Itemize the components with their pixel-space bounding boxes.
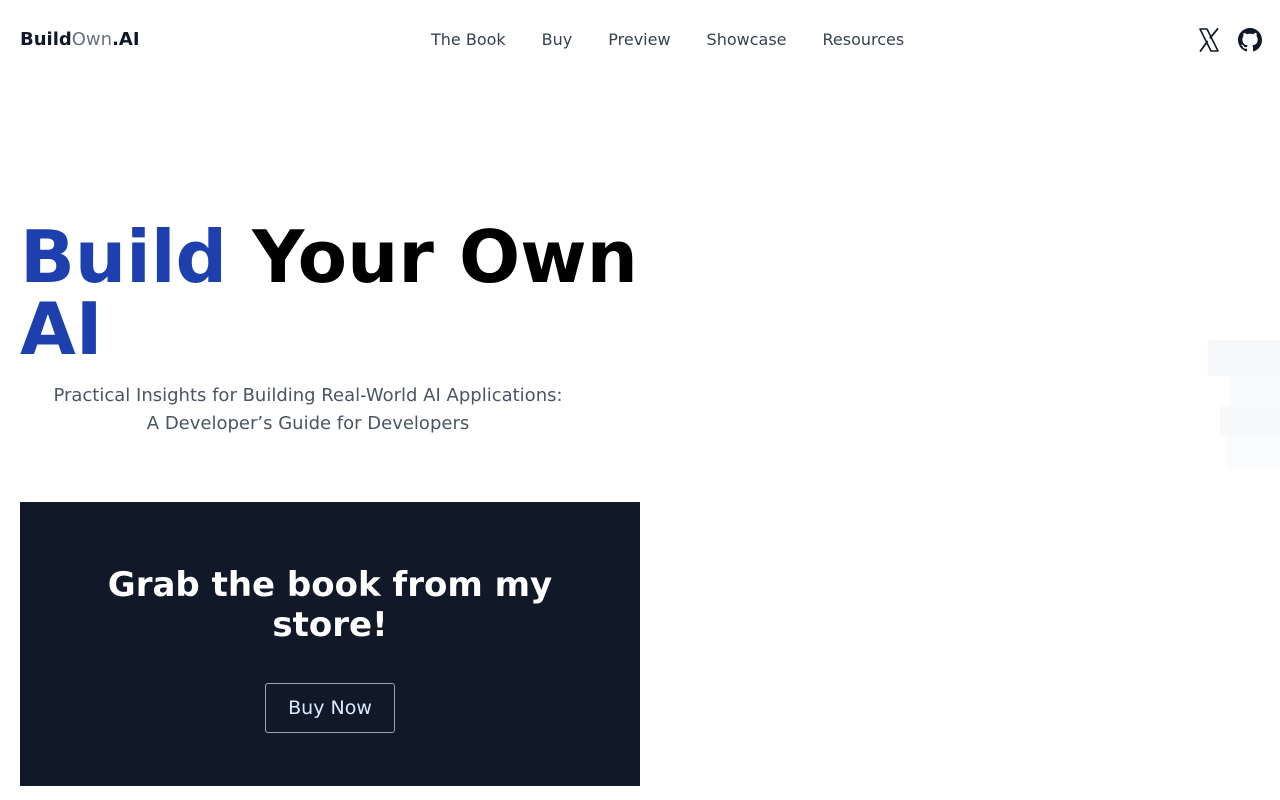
top-navbar: BuildOwn.AI The Book Buy Preview Showcas… bbox=[0, 0, 1280, 80]
hero-subtitle: Practical Insights for Building Real-Wor… bbox=[20, 382, 596, 438]
nav-link-showcase[interactable]: Showcase bbox=[689, 28, 805, 52]
nav-link-resources[interactable]: Resources bbox=[805, 28, 923, 52]
x-twitter-icon bbox=[1199, 28, 1219, 52]
social-links bbox=[1198, 28, 1262, 52]
faded-decoration bbox=[1208, 340, 1280, 468]
github-link[interactable] bbox=[1238, 28, 1262, 52]
hero-title: Build Your Own AI bbox=[20, 221, 640, 365]
main-nav: The Book Buy Preview Showcase Resources bbox=[413, 28, 922, 52]
logo-part-own: Own bbox=[71, 29, 113, 50]
github-icon bbox=[1238, 28, 1262, 52]
nav-link-preview[interactable]: Preview bbox=[590, 28, 688, 52]
hero-subtitle-line-1: Practical Insights for Building Real-Wor… bbox=[53, 385, 563, 406]
store-cta-panel: Grab the book from my store! Buy Now bbox=[20, 502, 640, 786]
buy-now-button[interactable]: Buy Now bbox=[265, 683, 395, 733]
x-twitter-link[interactable] bbox=[1198, 28, 1220, 52]
logo-part-ai: .AI bbox=[112, 29, 140, 50]
hero-subtitle-line-2: A Developer’s Guide for Developers bbox=[146, 413, 470, 434]
hero-title-highlight-ai: AI bbox=[20, 287, 103, 371]
nav-link-buy[interactable]: Buy bbox=[524, 28, 591, 52]
store-cta-heading: Grab the book from my store! bbox=[107, 565, 553, 645]
nav-link-the-book[interactable]: The Book bbox=[413, 28, 524, 52]
hero-title-your-own: Your Own bbox=[252, 215, 638, 299]
logo-part-build: Build bbox=[20, 29, 72, 50]
site-logo[interactable]: BuildOwn.AI bbox=[20, 28, 140, 52]
